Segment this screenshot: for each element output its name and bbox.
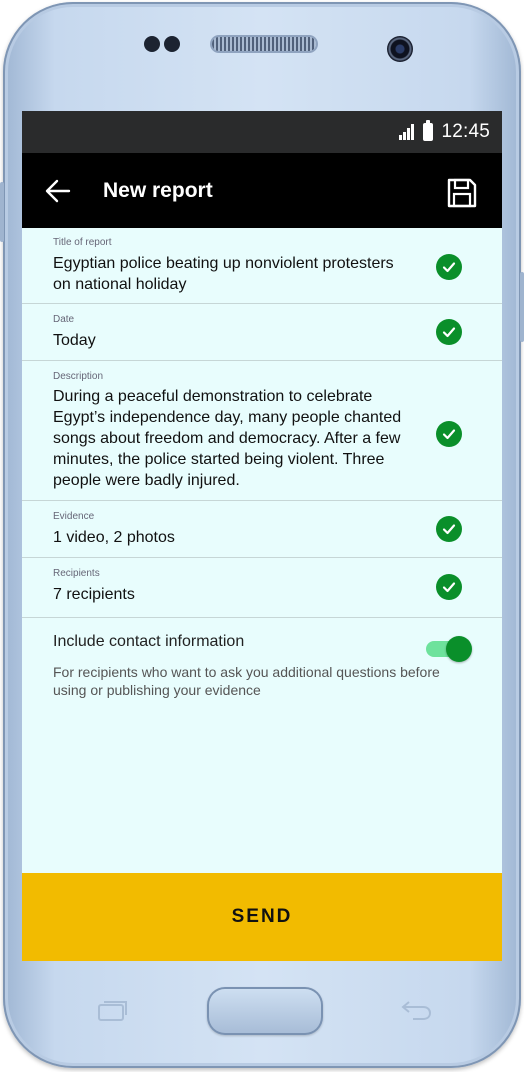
field-value: During a peaceful demonstration to celeb… <box>53 388 402 489</box>
field-label: Recipients <box>53 568 100 579</box>
field-value: 1 video, 2 photos <box>53 529 175 546</box>
app-screen: 12:45 New report Title of report Egyptia… <box>22 111 502 961</box>
send-button[interactable]: SEND <box>22 873 502 961</box>
home-button[interactable] <box>207 987 323 1035</box>
floppy-disk-icon[interactable] <box>446 177 478 209</box>
recent-apps-icon[interactable] <box>97 1000 129 1022</box>
arrow-left-icon[interactable] <box>44 177 72 205</box>
battery-icon <box>423 120 434 141</box>
check-circle-icon[interactable] <box>436 574 462 600</box>
field-label: Date <box>53 314 75 325</box>
field-value: 7 recipients <box>53 586 135 603</box>
hardware-back-icon[interactable] <box>399 998 433 1022</box>
contact-info-toggle[interactable] <box>426 635 472 662</box>
field-evidence[interactable]: Evidence 1 video, 2 photos <box>22 501 502 558</box>
send-button-label: SEND <box>231 906 293 927</box>
earpiece-speaker <box>212 37 316 51</box>
status-bar: 12:45 <box>22 111 502 153</box>
page-title: New report <box>103 179 213 202</box>
power-button <box>520 272 524 342</box>
contact-info-help: For recipients who want to ask you addit… <box>53 664 440 698</box>
field-label: Evidence <box>53 511 95 522</box>
contact-info-label: Include contact information <box>53 633 245 650</box>
field-recipients[interactable]: Recipients 7 recipients <box>22 558 502 618</box>
field-description[interactable]: Description During a peaceful demonstrat… <box>22 361 502 501</box>
volume-button <box>0 182 4 242</box>
field-date[interactable]: Date Today <box>22 304 502 361</box>
toggle-knob <box>446 636 472 662</box>
front-camera <box>387 36 413 62</box>
signal-icon <box>399 124 415 140</box>
field-value: Egyptian police beating up nonviolent pr… <box>53 255 394 293</box>
app-bar: New report <box>22 153 502 228</box>
check-circle-icon[interactable] <box>436 516 462 542</box>
field-value: Today <box>53 332 96 349</box>
check-circle-icon[interactable] <box>436 421 462 447</box>
check-circle-icon[interactable] <box>436 254 462 280</box>
field-label: Description <box>53 371 104 382</box>
field-title[interactable]: Title of report Egyptian police beating … <box>22 228 502 304</box>
report-fields: Title of report Egyptian police beating … <box>22 228 502 618</box>
field-label: Title of report <box>53 237 112 248</box>
check-circle-icon[interactable] <box>436 319 462 345</box>
status-time: 12:45 <box>441 121 490 142</box>
